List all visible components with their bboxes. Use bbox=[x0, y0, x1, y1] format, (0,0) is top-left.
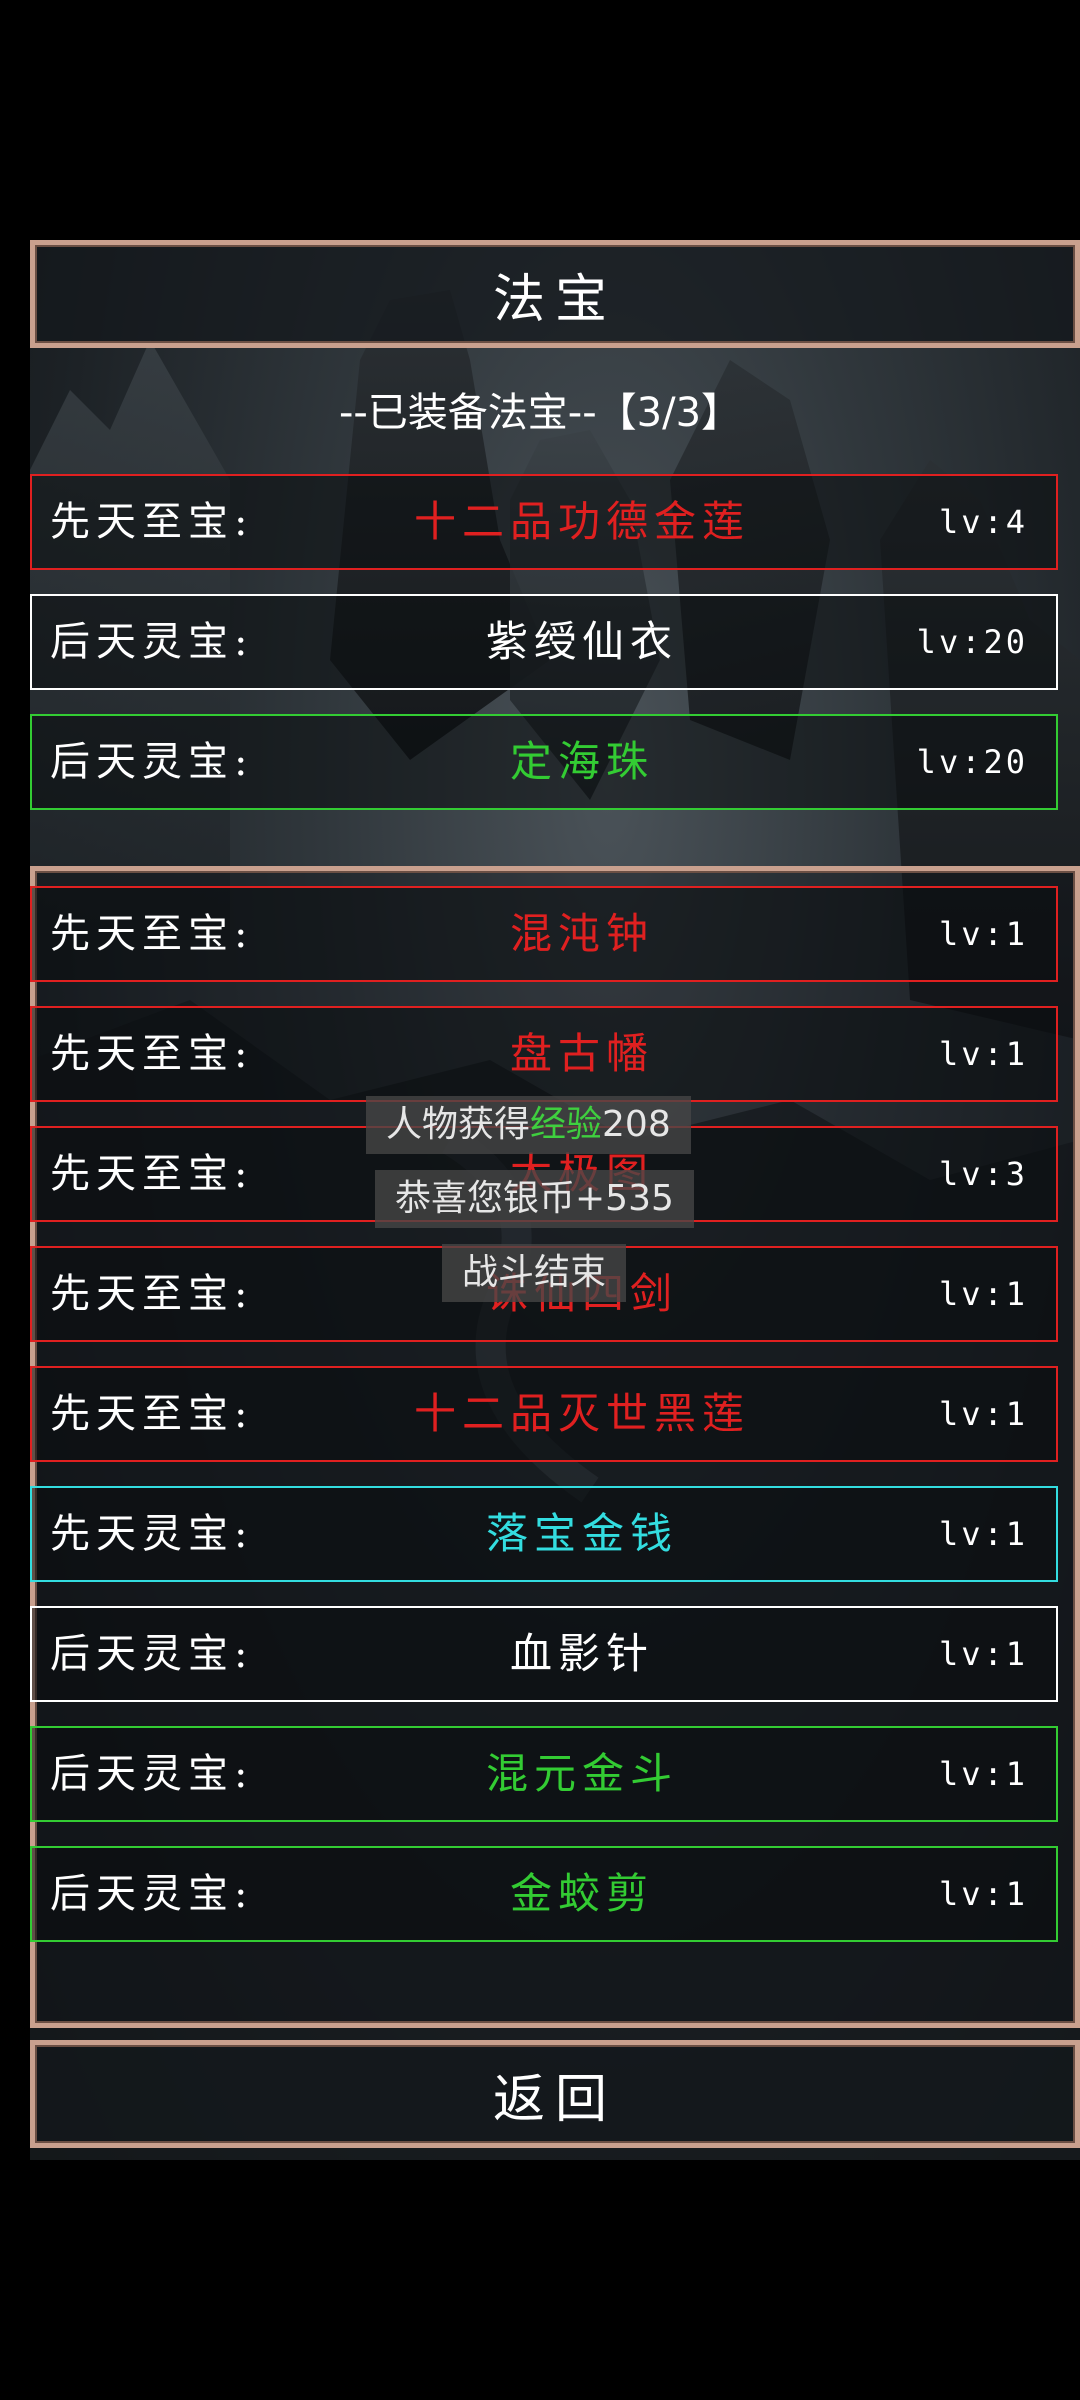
treasure-category: 后天灵宝: bbox=[50, 1631, 254, 1677]
treasure-name: 紫绶仙衣 bbox=[485, 617, 678, 666]
treasure-level: lv:1 bbox=[938, 1755, 1028, 1793]
treasure-category: 后天灵宝: bbox=[50, 619, 254, 665]
treasure-category: 先天至宝: bbox=[50, 1271, 254, 1317]
treasure-name: 金蛟剪 bbox=[509, 1869, 654, 1918]
treasure-level: lv:4 bbox=[938, 503, 1028, 541]
treasure-level: lv:3 bbox=[938, 1155, 1028, 1193]
treasure-level: lv:20 bbox=[916, 743, 1028, 781]
inventory-treasure-row[interactable]: 先天至宝: 混沌钟 lv:1 bbox=[30, 886, 1058, 982]
treasure-category: 后天灵宝: bbox=[50, 1751, 254, 1797]
treasure-category: 先天至宝: bbox=[50, 1391, 254, 1437]
treasure-name: 落宝金钱 bbox=[485, 1509, 678, 1558]
treasure-level: lv:1 bbox=[938, 1035, 1028, 1073]
treasure-level: lv:1 bbox=[938, 1275, 1028, 1313]
treasure-level: lv:1 bbox=[938, 1875, 1028, 1913]
back-button-label: 返回 bbox=[492, 2069, 617, 2130]
treasure-name: 混元金斗 bbox=[485, 1749, 678, 1798]
battle-end-toast: 战斗结束 bbox=[442, 1244, 627, 1302]
inventory-treasure-row[interactable]: 先天至宝: 盘古幡 lv:1 bbox=[30, 1006, 1058, 1102]
treasure-level: lv:20 bbox=[916, 623, 1028, 661]
title-bar: 法宝 bbox=[30, 240, 1080, 348]
equipped-section-label: --已装备法宝--【3/3】 bbox=[338, 390, 742, 436]
page-title: 法宝 bbox=[492, 269, 617, 330]
treasure-category: 先天至宝: bbox=[50, 499, 254, 545]
treasure-level: lv:1 bbox=[938, 1515, 1028, 1553]
treasure-level: lv:1 bbox=[938, 915, 1028, 953]
inventory-treasure-row[interactable]: 先天至宝: 十二品灭世黑莲 lv:1 bbox=[30, 1366, 1058, 1462]
treasure-category: 先天灵宝: bbox=[50, 1511, 254, 1557]
equipped-treasure-row[interactable]: 先天至宝: 十二品功德金莲 lv:4 bbox=[30, 474, 1058, 570]
equipped-treasure-row[interactable]: 后天灵宝: 紫绶仙衣 lv:20 bbox=[30, 594, 1058, 690]
treasure-category: 先天至宝: bbox=[50, 911, 254, 957]
treasure-name: 血影针 bbox=[509, 1629, 654, 1678]
back-button[interactable]: 返回 bbox=[30, 2040, 1080, 2148]
treasure-level: lv:1 bbox=[938, 1395, 1028, 1433]
treasure-name: 十二品功德金莲 bbox=[413, 497, 750, 546]
treasure-level: lv:1 bbox=[938, 1635, 1028, 1673]
inventory-treasure-row[interactable]: 后天灵宝: 血影针 lv:1 bbox=[30, 1606, 1058, 1702]
inventory-treasure-row[interactable]: 先天灵宝: 落宝金钱 lv:1 bbox=[30, 1486, 1058, 1582]
inventory-treasure-row[interactable]: 后天灵宝: 混元金斗 lv:1 bbox=[30, 1726, 1058, 1822]
treasure-category: 先天至宝: bbox=[50, 1031, 254, 1077]
inventory-treasure-row[interactable]: 后天灵宝: 金蛟剪 lv:1 bbox=[30, 1846, 1058, 1942]
treasure-category: 后天灵宝: bbox=[50, 739, 254, 785]
exp-toast-value: 208 bbox=[602, 1104, 671, 1145]
treasure-name: 混沌钟 bbox=[509, 909, 654, 958]
equipped-treasure-row[interactable]: 后天灵宝: 定海珠 lv:20 bbox=[30, 714, 1058, 810]
exp-toast-highlight: 经验 bbox=[530, 1104, 603, 1145]
treasure-category: 先天至宝: bbox=[50, 1151, 254, 1197]
treasure-name: 十二品灭世黑莲 bbox=[413, 1389, 750, 1438]
silver-toast: 恭喜您银币+535 bbox=[375, 1170, 694, 1228]
app-screen: 法宝 --已装备法宝--【3/3】 先天至宝: 十二品功德金莲 lv:4 后天灵宝: 紫… bbox=[0, 0, 1080, 2400]
exp-toast-prefix: 人物获得 bbox=[386, 1104, 531, 1145]
treasure-category: 后天灵宝: bbox=[50, 1871, 254, 1917]
exp-toast: 人物获得经验208 bbox=[366, 1096, 691, 1154]
treasure-name: 定海珠 bbox=[509, 737, 654, 786]
treasure-name: 盘古幡 bbox=[509, 1029, 654, 1078]
